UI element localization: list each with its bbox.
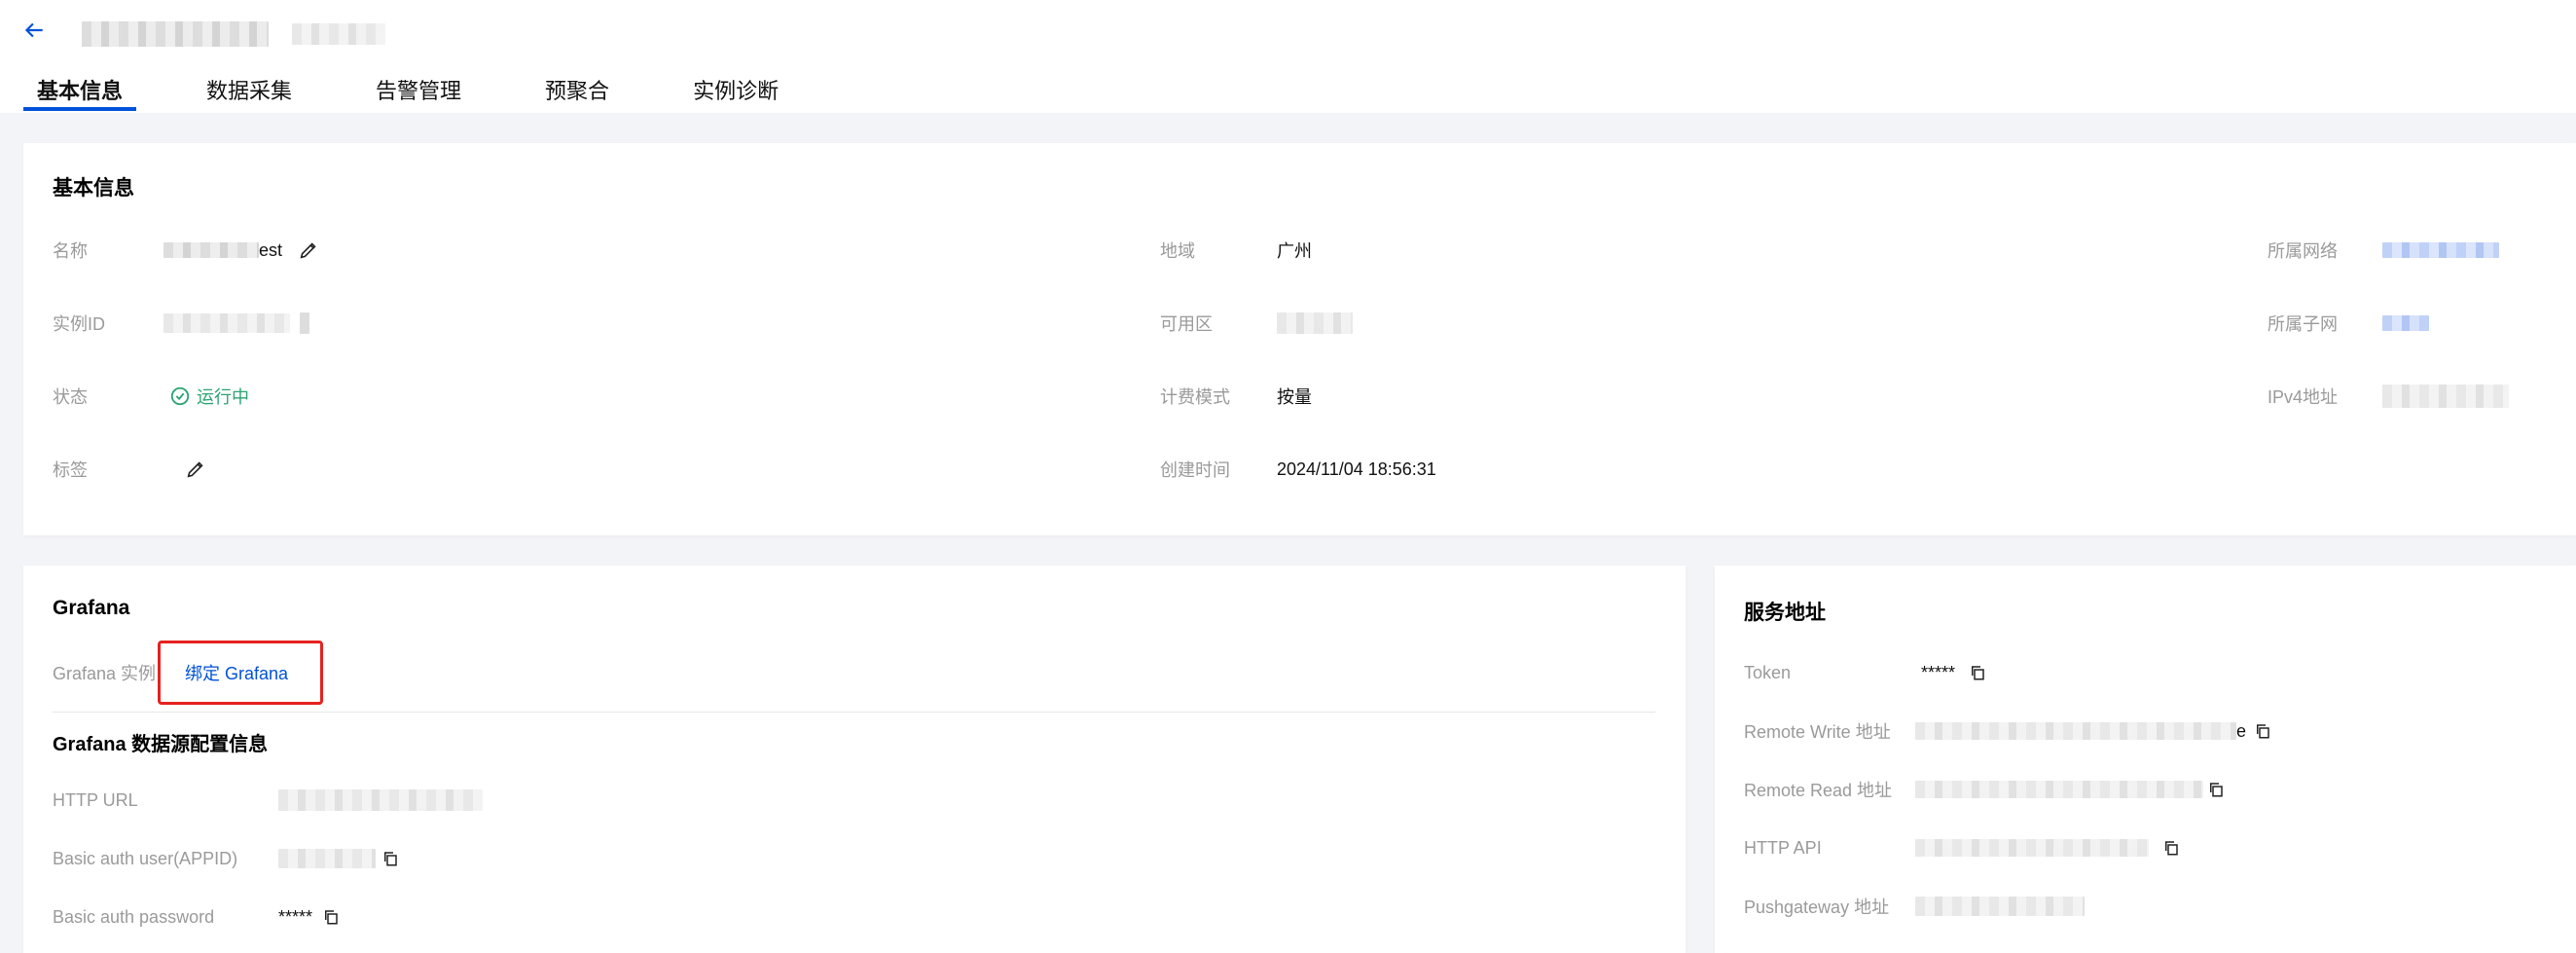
http-api-redacted bbox=[1915, 839, 2149, 857]
basic-password-value: ***** bbox=[278, 906, 313, 927]
tab-basic-info[interactable]: 基本信息 bbox=[23, 76, 137, 111]
tags-row: 标签 bbox=[53, 455, 206, 484]
remote-read-redacted bbox=[1915, 781, 2203, 798]
pushgateway-row: Pushgateway 地址 bbox=[1744, 892, 2085, 921]
http-url-row: HTTP URL bbox=[53, 786, 483, 815]
vpc-label: 所属网络 bbox=[2268, 241, 2338, 261]
token-value: ***** bbox=[1921, 662, 1956, 682]
copy-icon[interactable] bbox=[1969, 664, 1986, 681]
copy-icon[interactable] bbox=[2207, 781, 2225, 798]
basic-user-row: Basic auth user(APPID) bbox=[53, 844, 399, 873]
zone-row: 可用区 bbox=[1160, 309, 1353, 338]
remote-write-label: Remote Write 地址 bbox=[1744, 722, 1891, 742]
created-label: 创建时间 bbox=[1160, 460, 1230, 480]
copy-icon[interactable] bbox=[2254, 722, 2271, 740]
basic-password-row: Basic auth password ***** bbox=[53, 902, 340, 932]
token-label: Token bbox=[1744, 662, 1792, 682]
page-header: 基本信息 数据采集 告警管理 预聚合 实例诊断 bbox=[0, 0, 2576, 113]
tags-label: 标签 bbox=[53, 460, 88, 480]
pushgateway-label: Pushgateway 地址 bbox=[1744, 898, 1890, 917]
name-redacted bbox=[163, 242, 259, 258]
zone-label: 可用区 bbox=[1160, 314, 1213, 334]
ipv4-redacted bbox=[2382, 385, 2509, 408]
http-api-label: HTTP API bbox=[1744, 837, 1822, 858]
tab-alert-management[interactable]: 告警管理 bbox=[362, 76, 475, 111]
grafana-title: Grafana bbox=[53, 597, 130, 619]
basic-user-label: Basic auth user(APPID) bbox=[53, 848, 238, 868]
region-row: 地域 广州 bbox=[1160, 236, 1312, 265]
remote-read-label: Remote Read 地址 bbox=[1744, 781, 1893, 800]
edit-pencil-icon[interactable] bbox=[185, 458, 206, 480]
status-text: 运行中 bbox=[197, 387, 249, 407]
subnet-row: 所属子网 bbox=[2268, 309, 2429, 338]
instance-id-row: 实例ID bbox=[53, 309, 309, 338]
status-badge: 运行中 bbox=[169, 384, 249, 409]
remote-write-redacted bbox=[1915, 722, 2236, 740]
section-divider bbox=[53, 712, 1655, 713]
basic-password-label: Basic auth password bbox=[53, 906, 215, 927]
tab-bar: 基本信息 数据采集 告警管理 预聚合 实例诊断 bbox=[23, 76, 849, 113]
created-value: 2024/11/04 18:56:31 bbox=[1277, 458, 1436, 479]
remote-write-row: Remote Write 地址 e bbox=[1744, 716, 2271, 746]
http-url-label: HTTP URL bbox=[53, 789, 138, 810]
basic-user-redacted bbox=[278, 849, 376, 868]
billing-row: 计费模式 按量 bbox=[1160, 382, 1312, 411]
basic-info-title: 基本信息 bbox=[53, 177, 134, 200]
vpc-row: 所属网络 bbox=[2268, 236, 2499, 265]
ipv4-row: IPv4地址 bbox=[2268, 382, 2509, 411]
instance-id-redacted bbox=[163, 313, 290, 333]
grafana-card: Grafana Grafana 实例 绑定 Grafana Grafana 数据… bbox=[23, 566, 1686, 953]
edit-pencil-icon[interactable] bbox=[298, 239, 319, 261]
service-address-title: 服务地址 bbox=[1744, 602, 1826, 624]
status-row: 状态 运行中 bbox=[53, 382, 249, 411]
tab-data-collection[interactable]: 数据采集 bbox=[193, 76, 306, 111]
remote-write-suffix: e bbox=[2236, 720, 2247, 741]
tab-pre-aggregation[interactable]: 预聚合 bbox=[531, 76, 623, 111]
copy-icon[interactable] bbox=[322, 908, 340, 926]
remote-read-row: Remote Read 地址 bbox=[1744, 775, 2225, 804]
name-row: 名称 est bbox=[53, 236, 319, 265]
instance-id-redacted-end bbox=[300, 312, 309, 334]
created-row: 创建时间 2024/11/04 18:56:31 bbox=[1160, 455, 1436, 484]
pushgateway-redacted bbox=[1915, 897, 2085, 916]
service-address-card: 服务地址 Token ***** Remote Write 地址 e Remot… bbox=[1715, 566, 2576, 953]
copy-icon[interactable] bbox=[2162, 839, 2180, 857]
check-circle-icon bbox=[170, 386, 190, 406]
zone-redacted bbox=[1277, 312, 1353, 334]
subnet-label: 所属子网 bbox=[2268, 314, 2338, 334]
instance-title-redacted bbox=[82, 21, 269, 47]
http-api-row: HTTP API bbox=[1744, 833, 2180, 862]
subnet-link-redacted[interactable] bbox=[2382, 315, 2429, 331]
name-label: 名称 bbox=[53, 241, 88, 261]
http-url-redacted bbox=[278, 789, 483, 811]
name-suffix: est bbox=[259, 239, 283, 260]
name-value: est bbox=[163, 239, 319, 261]
vpc-link-redacted[interactable] bbox=[2382, 242, 2499, 258]
billing-value: 按量 bbox=[1277, 387, 1312, 407]
tab-instance-diagnosis[interactable]: 实例诊断 bbox=[679, 76, 792, 111]
region-label: 地域 bbox=[1160, 241, 1195, 261]
ipv4-label: IPv4地址 bbox=[2268, 387, 2339, 407]
token-row: Token ***** bbox=[1744, 658, 1986, 687]
basic-info-card: 基本信息 名称 est 实例ID 状态 运行中 标签 地域 广州 可用区 计费模… bbox=[23, 143, 2576, 535]
billing-label: 计费模式 bbox=[1160, 387, 1230, 407]
instance-id-label: 实例ID bbox=[53, 314, 105, 334]
copy-icon[interactable] bbox=[381, 850, 399, 867]
highlight-annotation bbox=[158, 641, 323, 705]
instance-subtitle-redacted bbox=[292, 23, 385, 45]
region-value: 广州 bbox=[1277, 241, 1312, 261]
grafana-datasource-title: Grafana 数据源配置信息 bbox=[53, 734, 269, 755]
back-arrow-icon[interactable] bbox=[21, 18, 47, 43]
status-label: 状态 bbox=[53, 387, 88, 407]
